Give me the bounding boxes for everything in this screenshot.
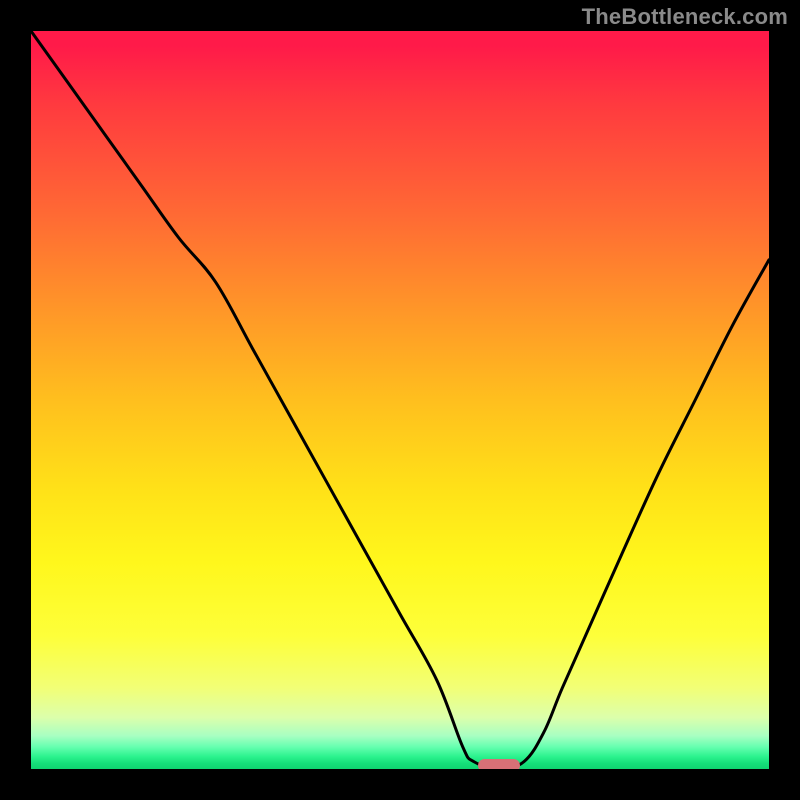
bottleneck-curve (31, 31, 769, 769)
plot-area (31, 31, 769, 769)
optimal-marker (478, 759, 520, 769)
watermark-label: TheBottleneck.com (582, 4, 788, 30)
chart-frame: TheBottleneck.com (0, 0, 800, 800)
